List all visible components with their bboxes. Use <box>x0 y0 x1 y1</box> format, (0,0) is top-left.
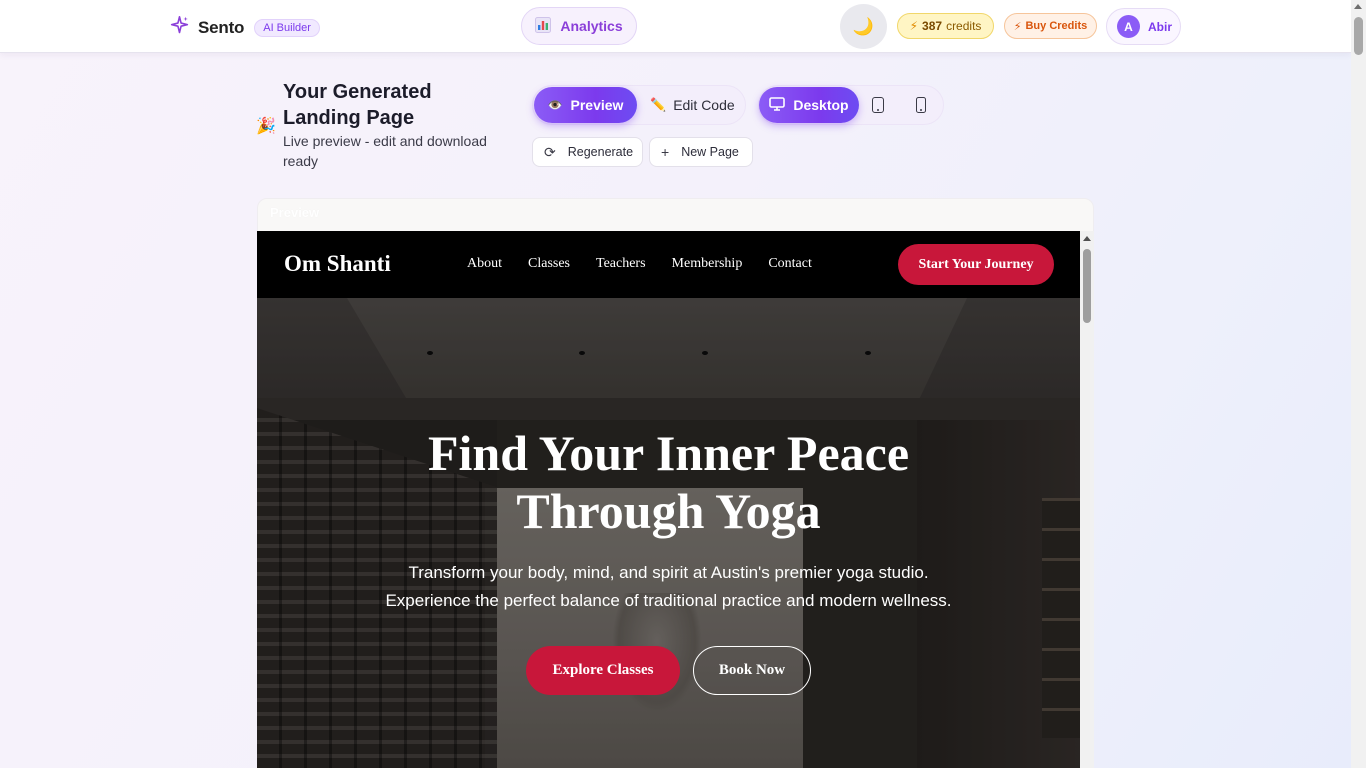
nav-link-teachers[interactable]: Teachers <box>596 256 646 272</box>
user-menu[interactable]: A Abir <box>1106 8 1181 45</box>
nav-link-classes[interactable]: Classes <box>528 256 570 272</box>
bar-chart-icon <box>535 16 552 36</box>
avatar: A <box>1117 15 1140 38</box>
analytics-label: Analytics <box>560 18 623 34</box>
hero-subtitle: Transform your body, mind, and spirit at… <box>257 559 1080 615</box>
site-navbar: Om Shanti About Classes Teachers Members… <box>257 231 1080 298</box>
preview-scrollbar[interactable] <box>1080 231 1094 768</box>
page-subtitle: Live preview - edit and download ready <box>283 133 487 169</box>
app-header: Sento AI Builder Analytics 🌙 ⚡ 387 credi… <box>0 0 1351 53</box>
brand-name: Sento <box>198 18 245 37</box>
scroll-up-arrow-icon[interactable] <box>1083 236 1091 241</box>
site-logo[interactable]: Om Shanti <box>284 251 391 277</box>
eye-icon: 👁️ <box>547 98 563 112</box>
regenerate-button[interactable]: ⟳ Regenerate <box>532 137 643 167</box>
page-title: Your Generated Landing Page <box>283 81 432 129</box>
tablet-view-button[interactable] <box>872 97 884 113</box>
mobile-view-button[interactable] <box>916 97 926 113</box>
monitor-icon <box>769 96 786 114</box>
start-journey-button[interactable]: Start Your Journey <box>898 244 1054 285</box>
desktop-tab[interactable]: Desktop <box>759 87 859 123</box>
hero-title-line-1: Find Your Inner Peace <box>427 425 910 481</box>
device-toggle: Desktop <box>758 85 944 125</box>
new-page-button[interactable]: + New Page <box>649 137 753 167</box>
bolt-icon: ⚡ <box>909 19 919 33</box>
bolt-icon: ⚡ <box>1013 20 1022 33</box>
new-page-label: New Page <box>681 145 739 159</box>
buy-credits-label: Buy Credits <box>1025 20 1088 32</box>
page-scrollbar[interactable] <box>1351 0 1366 768</box>
edit-code-tab[interactable]: ✏️ Edit Code <box>650 87 735 123</box>
preview-tab-label: Preview <box>570 97 624 113</box>
hero-title-line-2: Through Yoga <box>516 483 821 539</box>
ai-builder-badge: AI Builder <box>254 19 320 37</box>
explore-classes-button[interactable]: Explore Classes <box>526 646 680 695</box>
analytics-button[interactable]: Analytics <box>521 7 637 45</box>
preview-tab[interactable]: 👁️ Preview <box>534 87 637 123</box>
theme-toggle-button[interactable]: 🌙 <box>840 4 887 49</box>
user-name: Abir <box>1148 19 1172 34</box>
pencil-icon: ✏️ <box>650 97 667 112</box>
preview-scrollbar-thumb[interactable] <box>1083 249 1091 323</box>
preview-frame-label: Preview <box>270 205 320 220</box>
scroll-up-arrow-icon[interactable] <box>1354 4 1362 9</box>
desktop-tab-label: Desktop <box>793 97 849 113</box>
view-mode-toggle: 👁️ Preview ✏️ Edit Code <box>532 85 746 125</box>
edit-code-tab-label: Edit Code <box>673 97 735 113</box>
credits-badge: ⚡ 387 credits <box>897 13 994 39</box>
hero-subtitle-line-2: Experience the perfect balance of tradit… <box>385 591 952 610</box>
plus-icon: + <box>661 144 670 160</box>
hero-subtitle-line-1: Transform your body, mind, and spirit at… <box>408 563 929 582</box>
brand[interactable]: Sento AI Builder <box>169 15 320 41</box>
nav-link-membership[interactable]: Membership <box>672 256 743 272</box>
refresh-icon: ⟳ <box>544 143 556 160</box>
credits-amount: 387 <box>922 19 943 33</box>
buy-credits-button[interactable]: ⚡ Buy Credits <box>1004 13 1097 39</box>
site-nav-links: About Classes Teachers Membership Contac… <box>467 256 838 272</box>
moon-icon: 🌙 <box>852 16 875 36</box>
regenerate-label: Regenerate <box>567 145 634 159</box>
hero-title: Find Your Inner Peace Through Yoga <box>257 424 1080 540</box>
nav-link-contact[interactable]: Contact <box>768 256 812 272</box>
credits-word: credits <box>946 19 982 33</box>
scrollbar-thumb[interactable] <box>1354 17 1363 55</box>
party-popper-icon: 🎉 <box>256 118 276 135</box>
book-now-button[interactable]: Book Now <box>693 646 811 695</box>
sparkle-icon <box>169 15 190 41</box>
nav-link-about[interactable]: About <box>467 256 502 272</box>
